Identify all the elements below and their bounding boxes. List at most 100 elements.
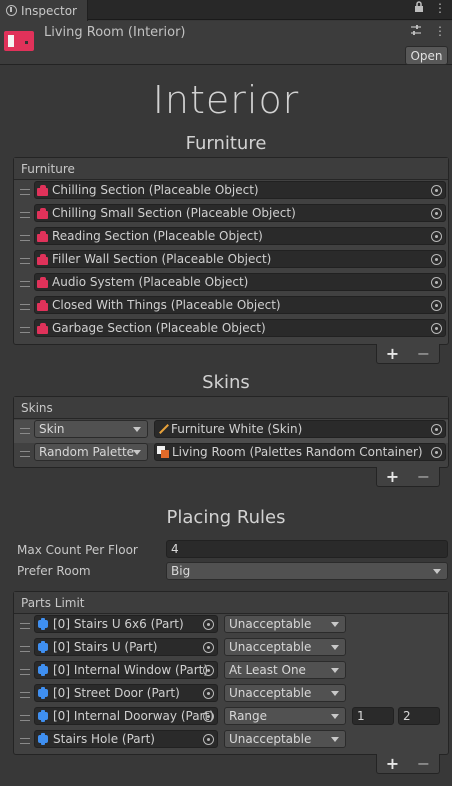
object-picker-icon[interactable] — [203, 711, 214, 722]
tab-label: Inspector — [21, 3, 77, 18]
part-rule-dropdown[interactable]: Unacceptable — [224, 638, 346, 656]
chevron-down-icon — [331, 714, 339, 719]
dropdown-value: Unacceptable — [229, 686, 312, 700]
asset-header: Living Room (Interior) ⋮ Open — [0, 21, 452, 65]
part-rule-dropdown[interactable]: At Least One — [224, 661, 346, 679]
object-picker-icon[interactable] — [431, 185, 442, 196]
furniture-object-field[interactable]: Closed With Things (Placeable Object) — [34, 296, 446, 314]
object-field-label: Living Room (Palettes Random Container) — [172, 445, 423, 459]
part-icon — [37, 733, 50, 745]
part-rule-dropdown[interactable]: Unacceptable — [224, 684, 346, 702]
parts-limit-list-header[interactable]: Parts Limit — [14, 592, 448, 614]
chevron-down-icon — [331, 737, 339, 742]
parts-limit-list: Parts Limit [0] Stairs U 6x6 (Part) Unac… — [13, 591, 449, 755]
range-max-field[interactable]: 2 — [398, 707, 440, 725]
object-field-label: [0] Internal Window (Part) — [53, 663, 209, 677]
furniture-object-field[interactable]: Audio System (Placeable Object) — [34, 273, 446, 291]
chevron-down-icon — [433, 569, 441, 574]
lock-icon[interactable] — [414, 1, 424, 16]
furniture-row: Garbage Section (Placeable Object) — [14, 319, 448, 342]
object-field-label: Stairs Hole (Part) — [53, 732, 155, 746]
interior-asset-icon — [4, 27, 36, 53]
dropdown-value: Unacceptable — [229, 732, 312, 746]
object-field-label: [0] Street Door (Part) — [53, 686, 180, 700]
part-icon — [37, 641, 50, 653]
header-controls: ⋮ — [410, 24, 446, 39]
furniture-object-field[interactable]: Garbage Section (Placeable Object) — [34, 319, 446, 337]
object-picker-icon[interactable] — [431, 300, 442, 311]
remove-item-button[interactable]: − — [417, 345, 430, 362]
part-rule-dropdown[interactable]: Unacceptable — [224, 730, 346, 748]
max-count-field[interactable]: 4 — [166, 540, 448, 558]
chevron-down-icon — [331, 622, 339, 627]
drag-handle-icon[interactable] — [20, 451, 30, 457]
furniture-object-field[interactable]: Chilling Small Section (Placeable Object… — [34, 204, 446, 222]
object-picker-icon[interactable] — [203, 642, 214, 653]
part-object-field[interactable]: [0] Internal Window (Part) — [34, 661, 218, 679]
drag-handle-icon[interactable] — [20, 281, 30, 287]
furniture-object-field[interactable]: Reading Section (Placeable Object) — [34, 227, 446, 245]
furniture-row: Filler Wall Section (Placeable Object) — [14, 250, 448, 273]
tab-inspector[interactable]: Inspector — [0, 0, 88, 21]
part-icon — [37, 664, 50, 676]
header-more-icon[interactable]: ⋮ — [434, 24, 446, 39]
drag-handle-icon[interactable] — [20, 327, 30, 333]
preset-sliders-icon[interactable] — [410, 24, 422, 39]
skin-object-field[interactable]: Furniture White (Skin) — [154, 420, 446, 438]
skin-type-dropdown[interactable]: Skin — [34, 420, 148, 438]
skin-icon — [157, 423, 169, 435]
object-picker-icon[interactable] — [431, 424, 442, 435]
object-picker-icon[interactable] — [203, 665, 214, 676]
drag-handle-icon[interactable] — [20, 715, 30, 721]
drag-handle-icon[interactable] — [20, 189, 30, 195]
object-picker-icon[interactable] — [203, 734, 214, 745]
add-item-button[interactable]: + — [386, 345, 399, 362]
drag-handle-icon[interactable] — [20, 428, 30, 434]
part-rule-dropdown[interactable]: Range — [224, 707, 346, 725]
furniture-row: Reading Section (Placeable Object) — [14, 227, 448, 250]
furniture-object-field[interactable]: Filler Wall Section (Placeable Object) — [34, 250, 446, 268]
range-min-field[interactable]: 1 — [352, 707, 394, 725]
add-item-button[interactable]: + — [386, 755, 399, 772]
placeable-object-icon — [37, 299, 50, 311]
object-picker-icon[interactable] — [203, 619, 214, 630]
drag-handle-icon[interactable] — [20, 669, 30, 675]
skin-object-field[interactable]: Living Room (Palettes Random Container) — [154, 443, 446, 461]
drag-handle-icon[interactable] — [20, 646, 30, 652]
remove-item-button[interactable]: − — [417, 755, 430, 772]
object-picker-icon[interactable] — [431, 254, 442, 265]
add-item-button[interactable]: + — [386, 468, 399, 485]
furniture-list-header[interactable]: Furniture — [14, 158, 448, 180]
part-object-field[interactable]: [0] Stairs U 6x6 (Part) — [34, 615, 218, 633]
part-rule-dropdown[interactable]: Unacceptable — [224, 615, 346, 633]
open-button[interactable]: Open — [405, 46, 448, 65]
furniture-object-field[interactable]: Chilling Section (Placeable Object) — [34, 181, 446, 199]
more-options-icon[interactable]: ⋮ — [434, 1, 446, 16]
object-picker-icon[interactable] — [431, 277, 442, 288]
object-picker-icon[interactable] — [431, 231, 442, 242]
part-object-field[interactable]: [0] Street Door (Part) — [34, 684, 218, 702]
skin-type-dropdown[interactable]: Random Palette — [34, 443, 148, 461]
prefer-room-dropdown[interactable]: Big — [166, 562, 448, 580]
object-picker-icon[interactable] — [431, 208, 442, 219]
drag-handle-icon[interactable] — [20, 692, 30, 698]
object-picker-icon[interactable] — [203, 688, 214, 699]
part-row: Stairs Hole (Part) Unacceptable — [14, 730, 448, 753]
chevron-down-icon — [331, 691, 339, 696]
drag-handle-icon[interactable] — [20, 235, 30, 241]
part-object-field[interactable]: Stairs Hole (Part) — [34, 730, 218, 748]
drag-handle-icon[interactable] — [20, 623, 30, 629]
placing-rules-section-title: Placing Rules — [166, 507, 286, 528]
drag-handle-icon[interactable] — [20, 258, 30, 264]
drag-handle-icon[interactable] — [20, 738, 30, 744]
part-object-field[interactable]: [0] Stairs U (Part) — [34, 638, 218, 656]
object-field-label: [0] Stairs U (Part) — [53, 640, 158, 654]
skins-list-header[interactable]: Skins — [14, 397, 448, 419]
object-picker-icon[interactable] — [431, 447, 442, 458]
part-object-field[interactable]: [0] Internal Doorway (Part) — [34, 707, 218, 725]
object-picker-icon[interactable] — [431, 323, 442, 334]
remove-item-button[interactable]: − — [417, 468, 430, 485]
drag-handle-icon[interactable] — [20, 304, 30, 310]
object-field-label: Furniture White (Skin) — [171, 422, 303, 436]
drag-handle-icon[interactable] — [20, 212, 30, 218]
